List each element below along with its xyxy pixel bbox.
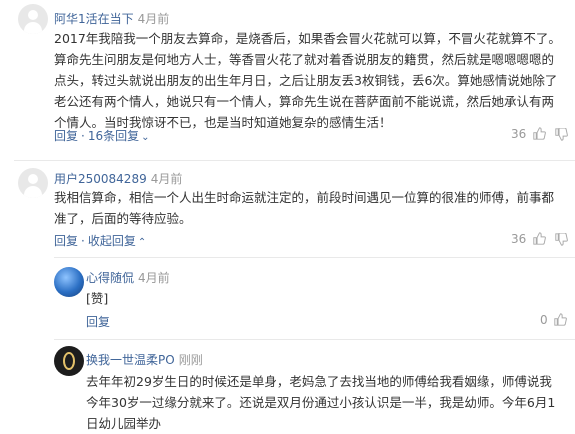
thumb-down-icon[interactable] xyxy=(555,128,568,141)
timestamp: 刚刚 xyxy=(178,353,203,367)
like-area: 0 xyxy=(540,313,568,327)
like-count: 0 xyxy=(540,313,548,327)
avatar[interactable] xyxy=(54,346,84,376)
reply-button[interactable]: 回复 xyxy=(86,315,110,329)
timestamp: 4月前 xyxy=(138,271,170,285)
comment-text: [赞] xyxy=(86,291,109,306)
avatar[interactable] xyxy=(18,4,48,34)
comment-text: 2017年我陪我一个朋友去算命，是烧香后，如果香会冒火花就可以算，不冒火花就算不… xyxy=(54,31,561,130)
reply-button[interactable]: 回复 xyxy=(54,234,78,248)
avatar[interactable] xyxy=(54,267,84,297)
chevron-down-icon: ⌄ xyxy=(141,132,150,143)
like-area: 36 xyxy=(511,127,568,141)
thumb-down-icon[interactable] xyxy=(555,233,568,246)
divider xyxy=(54,257,575,258)
comment-text: 我相信算命，相信一个人出生时命运就注定的，前段时间遇见一位算的很准的师傅，前事都… xyxy=(54,190,555,226)
username[interactable]: 换我一世温柔PO xyxy=(86,353,175,367)
like-count: 36 xyxy=(511,127,527,141)
timestamp: 4月前 xyxy=(150,172,183,186)
thumb-up-icon[interactable] xyxy=(533,127,546,140)
comment-actions: 回复 xyxy=(86,313,110,330)
username[interactable]: 阿华1活在当下 xyxy=(54,12,134,26)
thumb-up-icon[interactable] xyxy=(533,232,546,245)
divider xyxy=(54,339,575,340)
username[interactable]: 用户250084289 xyxy=(54,172,147,186)
divider xyxy=(14,160,575,161)
timestamp: 4月前 xyxy=(137,12,170,26)
view-replies-toggle[interactable]: 16条回复 ⌄ xyxy=(88,129,150,143)
like-area: 36 xyxy=(511,232,568,246)
reply-button[interactable]: 回复 xyxy=(54,129,78,143)
comment-text: 去年年初29岁生日的时候还是单身，老妈急了去找当地的师傅给我看姻缘，师傅说我今年… xyxy=(86,374,556,431)
like-count: 36 xyxy=(511,232,527,246)
collapse-replies-toggle[interactable]: 收起回复 ⌃ xyxy=(88,234,146,248)
comment-actions: 回复 · 16条回复 ⌄ xyxy=(54,129,150,143)
thumb-up-icon[interactable] xyxy=(554,313,568,326)
chevron-up-icon: ⌃ xyxy=(137,237,147,248)
comment-actions: 回复 · 收起回复 ⌃ xyxy=(54,234,147,248)
username[interactable]: 心得随侃 xyxy=(86,271,134,285)
avatar[interactable] xyxy=(18,168,48,198)
